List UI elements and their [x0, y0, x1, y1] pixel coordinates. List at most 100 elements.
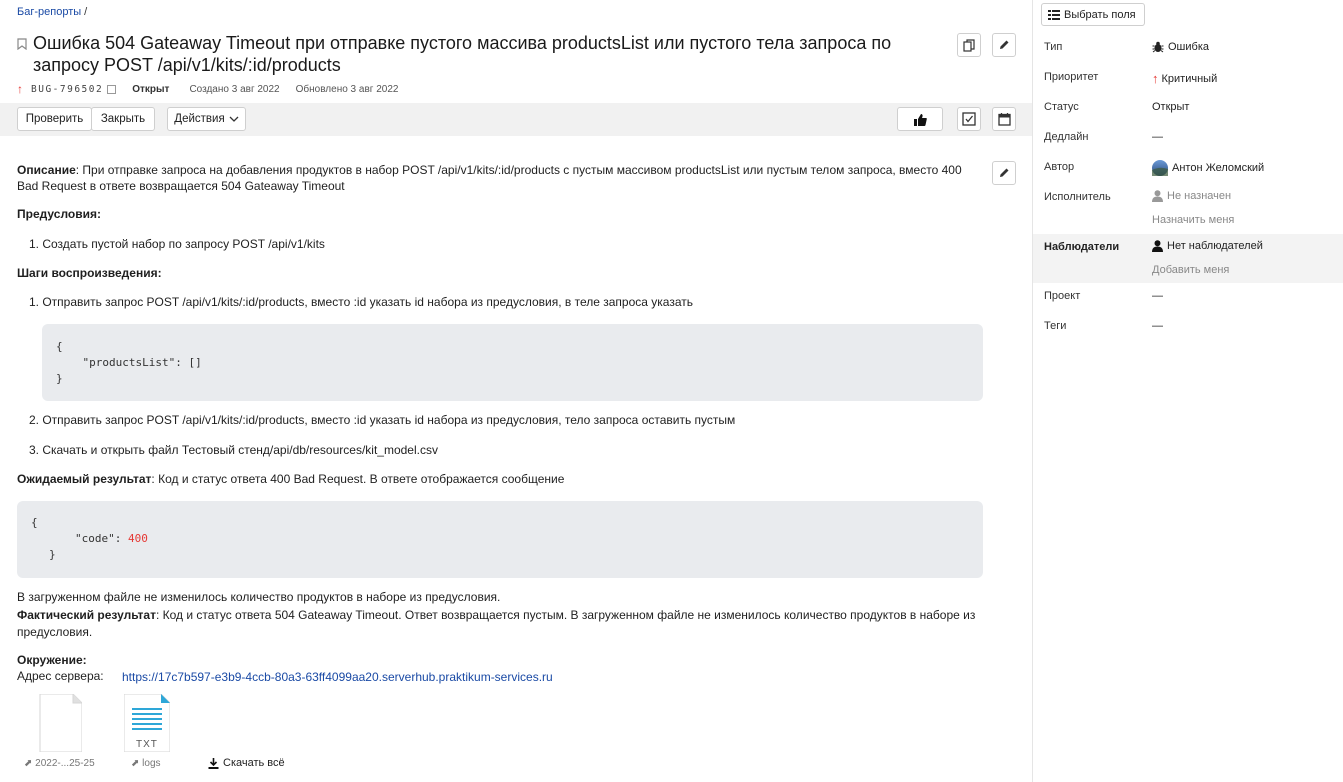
- edit-title-button[interactable]: [992, 33, 1016, 57]
- chevron-down-icon: [229, 116, 239, 122]
- choose-fields-button[interactable]: Выбрать поля: [1041, 3, 1145, 26]
- download-icon: [208, 757, 219, 769]
- tags-value: —: [1152, 320, 1163, 332]
- edit-description-button[interactable]: [992, 161, 1016, 185]
- expected-label: Ожидаемый результат: [17, 472, 152, 486]
- breadcrumb-link[interactable]: Баг-репорты: [17, 6, 81, 18]
- file-icon: [39, 694, 82, 752]
- priority-arrow-icon: ↑: [1152, 71, 1159, 86]
- actions-dropdown[interactable]: Действия: [167, 107, 246, 131]
- pencil-icon: [1000, 168, 1009, 177]
- issue-meta: ↑ BUG-796502 Открыт Создано 3 авг 2022 О…: [17, 82, 398, 96]
- file-type-label: TXT: [136, 739, 158, 750]
- field-value[interactable]: Не назначен: [1152, 190, 1231, 202]
- code-block: { "code": 400 }: [17, 501, 983, 578]
- priority-arrow-icon: ↑: [17, 82, 23, 96]
- field-label: Теги: [1044, 320, 1067, 332]
- issue-sidebar: Выбрать поля Тип Ошибка Приоритет ↑ Крит…: [1032, 0, 1343, 782]
- field-assignee: Исполнитель Не назначен Назначить меня: [1033, 190, 1343, 230]
- code-number: 400: [127, 532, 148, 545]
- user-icon: [1152, 190, 1163, 202]
- code-line: {: [56, 340, 63, 353]
- code-key: "code":: [75, 532, 128, 545]
- add-me-link[interactable]: Добавить меня: [1152, 264, 1229, 276]
- fields-icon: [1048, 10, 1060, 20]
- watchers-value: Нет наблюдателей: [1167, 240, 1263, 252]
- preconditions-label: Предусловия:: [17, 207, 101, 221]
- field-label: Проект: [1044, 290, 1081, 302]
- assign-me-link[interactable]: Назначить меня: [1152, 214, 1234, 226]
- actions-label: Действия: [174, 113, 225, 125]
- description-text: : При отправке запроса на добавления про…: [17, 163, 962, 193]
- status-badge: Открыт: [132, 83, 170, 95]
- author-value: Антон Желомский: [1172, 162, 1265, 174]
- check-button[interactable]: Проверить: [17, 107, 92, 131]
- server-url-link[interactable]: https://17c7b597-e3b9-4ccb-80a3-63ff4099…: [122, 670, 553, 684]
- description-paragraph: Описание: При отправке запроса на добавл…: [17, 162, 977, 194]
- attachment-caption: ⬈ logs: [131, 758, 161, 769]
- project-value: —: [1152, 290, 1163, 302]
- bookmark-icon[interactable]: [17, 38, 27, 50]
- code-line: {: [31, 516, 38, 529]
- field-value[interactable]: Нет наблюдателей: [1152, 240, 1263, 252]
- list-item: 2. Отправить запрос POST /api/v1/kits/:i…: [29, 413, 736, 427]
- download-all-label: Скачать всё: [223, 757, 285, 769]
- status-value: Открыт: [1152, 101, 1190, 113]
- list-item: 1. Создать пустой набор по запросу POST …: [29, 237, 325, 251]
- copy-key-icon[interactable]: [107, 84, 117, 94]
- field-label: Наблюдатели: [1044, 241, 1120, 253]
- field-label: Дедлайн: [1044, 131, 1089, 143]
- field-deadline[interactable]: Дедлайн —: [1033, 131, 1343, 151]
- actual-label: Фактический результат: [17, 608, 156, 622]
- field-project[interactable]: Проект —: [1033, 290, 1343, 310]
- issue-key[interactable]: BUG-796502: [31, 84, 103, 95]
- after-code-text: В загруженном файле не изменилось количе…: [17, 590, 501, 604]
- field-author[interactable]: Автор Антон Желомский: [1033, 160, 1343, 180]
- download-all-button[interactable]: Скачать всё: [208, 757, 285, 769]
- field-label: Исполнитель: [1044, 191, 1111, 203]
- field-status[interactable]: Статус Открыт: [1033, 101, 1343, 121]
- actual-text: : Код и статус ответа 504 Gateaway Timeo…: [17, 608, 976, 639]
- user-icon: [1152, 240, 1163, 252]
- code-block: { "productsList": [] }: [42, 324, 983, 401]
- field-priority[interactable]: Приоритет ↑ Критичный: [1033, 71, 1343, 91]
- list-item: 3. Скачать и открыть файл Тестовый стенд…: [29, 443, 438, 457]
- field-value: ↑ Критичный: [1152, 71, 1217, 86]
- list-item: 1. Отправить запрос POST /api/v1/kits/:i…: [29, 295, 693, 309]
- field-label: Статус: [1044, 101, 1079, 113]
- field-label: Приоритет: [1044, 71, 1099, 83]
- expected-text: : Код и статус ответа 400 Bad Request. В…: [151, 472, 565, 486]
- issue-main: Баг-репорты / Ошибка 504 Gateaway Timeout…: [0, 0, 1032, 782]
- attachment-name: 2022-...25-25: [35, 758, 95, 769]
- steps-label: Шаги воспроизведения:: [17, 266, 162, 280]
- field-value: Антон Желомский: [1152, 160, 1264, 176]
- steps-heading: Шаги воспроизведения:: [17, 266, 162, 280]
- copy-link-button[interactable]: [957, 33, 981, 57]
- created-date: Создано 3 авг 2022: [189, 83, 280, 95]
- field-label: Автор: [1044, 161, 1075, 173]
- assignee-value: Не назначен: [1167, 190, 1232, 202]
- environment-label: Окружение:: [17, 653, 87, 667]
- code-line: "code": 400: [75, 532, 148, 545]
- calendar-icon: [997, 113, 1011, 126]
- server-label: Адрес сервера:: [17, 669, 104, 683]
- attachment-name: logs: [142, 758, 161, 769]
- external-link-icon: ⬈: [131, 758, 140, 769]
- choose-fields-label: Выбрать поля: [1064, 8, 1136, 21]
- field-value: Ошибка: [1152, 41, 1209, 53]
- breadcrumb: Баг-репорты /: [17, 6, 87, 18]
- avatar: [1152, 160, 1168, 176]
- priority-value: Критичный: [1161, 72, 1218, 85]
- attachment-caption: ⬈ 2022-...25-25: [24, 758, 95, 769]
- field-watchers: Наблюдатели Нет наблюдателей Добавить ме…: [1033, 234, 1343, 283]
- expected-paragraph: Ожидаемый результат: Код и статус ответа…: [17, 472, 564, 486]
- copy-icon: [963, 38, 975, 52]
- close-button[interactable]: Закрыть: [91, 107, 155, 131]
- checklist-button[interactable]: [957, 107, 981, 131]
- field-tags[interactable]: Теги —: [1033, 320, 1343, 340]
- like-button[interactable]: [897, 107, 943, 131]
- actual-paragraph: Фактический результат: Код и статус отве…: [17, 607, 977, 641]
- calendar-button[interactable]: [992, 107, 1016, 131]
- field-type[interactable]: Тип Ошибка: [1033, 41, 1343, 61]
- thumbs-up-icon: [914, 113, 927, 126]
